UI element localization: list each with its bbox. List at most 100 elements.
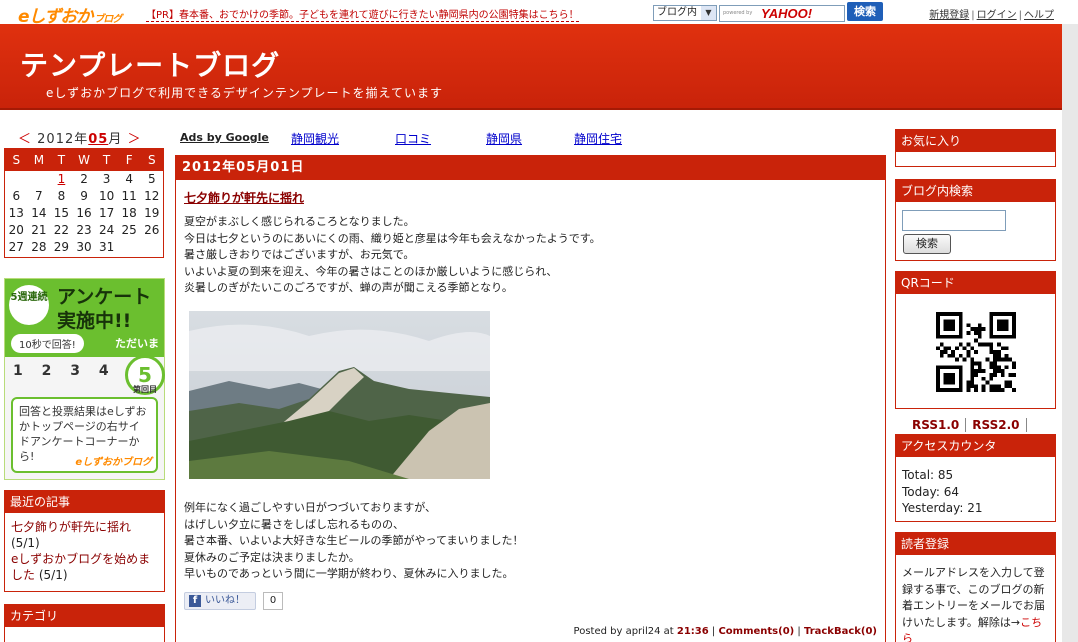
calendar-day: 5 <box>147 172 156 186</box>
yesterday-count: Yesterday: 21 <box>902 501 983 515</box>
today-count: Today: 64 <box>902 484 959 499</box>
search-input[interactable]: powered by YAHOO! <box>719 5 845 22</box>
calendar-day: 24 <box>98 223 115 237</box>
rss2-link[interactable]: RSS2.0 <box>972 418 1019 432</box>
survey-badge: 5週連続 <box>9 285 49 325</box>
mountain-photo[interactable] <box>189 311 490 479</box>
like-count: 0 <box>263 592 283 610</box>
calendar-day <box>5 171 28 188</box>
post-title-link[interactable]: 七夕飾りが軒先に揺れ <box>184 189 304 206</box>
calendar-day: 2 <box>80 172 88 186</box>
survey-ad-banner[interactable]: 5週連続 アンケート 実施中!! 10秒で回答! ただいま 1 2 3 4 5 第回… <box>4 278 165 480</box>
calendar-day: 31 <box>98 240 115 254</box>
blog-header: テンプレートブログ eしずおかブログで利用できるデザインテンプレートを揃えていま… <box>0 24 1062 110</box>
total-count: Total: 85 <box>902 468 954 482</box>
ad-link[interactable]: 口コミ <box>395 130 431 147</box>
qr-code-box: QRコード <box>895 271 1056 409</box>
post-date: 2012年05月01日 <box>176 156 885 180</box>
ad-link[interactable]: 静岡住宅 <box>574 130 622 147</box>
calendar-day: 29 <box>53 240 70 254</box>
calendar-day: 14 <box>31 206 47 220</box>
survey-round-badge: 5 第回目 <box>125 355 165 395</box>
pr-link[interactable]: 【PR】春本番、おでかけの季節。子どもを連れて遊びに行きたい静岡県内の公園特集は… <box>146 6 579 22</box>
calendar-week: 13 14 15 16 17 18 19 <box>5 205 163 222</box>
recent-post-link[interactable]: 七夕飾りが軒先に揺れ <box>11 520 131 534</box>
comments-link[interactable]: Comments(0) <box>718 626 794 637</box>
list-item: eしずおかブログを始めました (5/1) <box>11 552 151 582</box>
calendar-day: 13 <box>8 206 24 220</box>
qr-code-image <box>936 312 1016 392</box>
calendar-day: 11 <box>121 189 137 203</box>
calendar-day: 26 <box>144 223 160 237</box>
list-item: 七夕飾りが軒先に揺れ (5/1) <box>11 520 132 550</box>
calendar-day <box>28 171 51 188</box>
calendar-week: 12345 <box>5 171 163 188</box>
recent-posts-title: 最近の記事 <box>5 491 164 513</box>
facebook-icon: f <box>189 595 201 607</box>
post-time-link[interactable]: 21:36 <box>677 626 709 637</box>
blog-search-button[interactable]: 検索 <box>903 234 951 254</box>
facebook-like-button[interactable]: f いいね！ <box>184 592 256 610</box>
login-link[interactable]: ログイン <box>977 10 1017 21</box>
ad-link[interactable]: 静岡観光 <box>291 130 339 147</box>
calendar-day: 22 <box>53 223 70 237</box>
calendar-day: 8 <box>57 189 66 203</box>
calendar-next-link[interactable]: ＞ <box>128 132 142 147</box>
blog-search-input[interactable] <box>902 210 1006 231</box>
post-footer: Posted by april24 at 21:36 | Comments(0)… <box>573 626 877 637</box>
calendar-day: 15 <box>53 206 70 220</box>
access-counter-title: アクセスカウンタ <box>896 435 1055 457</box>
yahoo-logo: YAHOO! <box>761 6 813 21</box>
blog-description: eしずおかブログで利用できるデザインテンプレートを揃えています <box>46 86 443 100</box>
calendar-day: 20 <box>8 223 24 237</box>
blog-search-title: ブログ内検索 <box>896 180 1055 202</box>
blog-search-box: ブログ内検索 検索 <box>895 179 1056 261</box>
blog-title[interactable]: テンプレートブログ <box>20 44 280 84</box>
calendar-day: 12 <box>144 189 160 203</box>
top-bar: eしずおか ブログ 【PR】春本番、おでかけの季節。子どもを連れて遊びに行きたい静… <box>0 0 1078 27</box>
search-button[interactable]: 検索 <box>847 2 883 21</box>
post-body-1: 夏空がまぶしく感じられるころとなりました。 今日は七夕というのにあいにくの雨、織… <box>184 215 601 294</box>
favorites-title: お気に入り <box>896 130 1055 152</box>
help-link[interactable]: ヘルプ <box>1024 10 1054 21</box>
post-body-2: 例年になく過ごしやすい日がつづいておりますが、 はげしい夕立に暑さをしばし忘れる… <box>184 501 524 580</box>
calendar-day: 19 <box>144 206 160 220</box>
calendar-month: 05 <box>88 132 109 147</box>
calendar-week: 20 21 22 23 24 25 26 <box>5 222 163 239</box>
ad-link[interactable]: 静岡県 <box>486 130 522 147</box>
calendar-day: 9 <box>80 189 88 203</box>
category-title: カテゴリ <box>5 605 164 627</box>
chevron-down-icon: ▼ <box>701 6 716 20</box>
calendar-day: 4 <box>125 172 133 186</box>
register-link[interactable]: 新規登録 <box>929 10 969 21</box>
calendar-nav: ＜ 2012年05月 ＞ <box>18 132 142 147</box>
search-scope-select[interactable]: ブログ内 ▼ <box>653 5 717 21</box>
calendar-day: 30 <box>76 240 92 254</box>
reader-registration-box: 読者登録 メールアドレスを入力して登録する事で、このブログの新着エントリーをメー… <box>895 532 1056 642</box>
calendar-day: 16 <box>76 206 92 220</box>
trackback-link[interactable]: TrackBack(0) <box>804 626 877 637</box>
category-box: カテゴリ <box>4 604 165 642</box>
calendar-week: 6 7 8 9 10 11 12 <box>5 188 163 205</box>
blog-post: 2012年05月01日 七夕飾りが軒先に揺れ 夏空がまぶしく感じられるころとなり… <box>175 155 886 642</box>
calendar-day: 25 <box>121 223 137 237</box>
reader-registration-title: 読者登録 <box>896 533 1055 555</box>
rss-links: RSS1.0 RSS2.0 <box>912 418 1033 432</box>
eshizuoka-logo-small: eしずおかブログ <box>75 457 152 468</box>
calendar: S M T W T F S 1 2 3 4 5 6 7 8 9 10 11 12 13 14 15 16 17 1… <box>4 148 164 258</box>
calendar-day: 28 <box>31 240 47 254</box>
calendar-day: 6 <box>12 189 21 203</box>
rss1-link[interactable]: RSS1.0 <box>912 418 959 432</box>
calendar-prev-link[interactable]: ＜ <box>18 132 32 147</box>
scrollbar-track <box>1062 24 1078 642</box>
calendar-days: 1 2 3 4 5 6 7 8 9 10 11 12 13 14 15 16 17 18 19 20 21 22 23 24 2… <box>5 171 163 256</box>
ad-links: Ads by Google 静岡観光 口コミ 静岡県 静岡住宅 <box>180 130 622 146</box>
calendar-day-link[interactable]: 1 <box>50 171 73 188</box>
calendar-day: 10 <box>98 189 115 203</box>
recent-post-link[interactable]: eしずおかブログを始めました <box>11 552 150 582</box>
calendar-day: 3 <box>102 172 111 186</box>
ads-by-google-label[interactable]: Ads by Google <box>180 131 269 144</box>
calendar-weekdays: S M T W T F S <box>5 149 163 171</box>
top-links: 新規登録 | ログイン | ヘルプ <box>929 10 1054 21</box>
calendar-day: 17 <box>98 206 115 220</box>
